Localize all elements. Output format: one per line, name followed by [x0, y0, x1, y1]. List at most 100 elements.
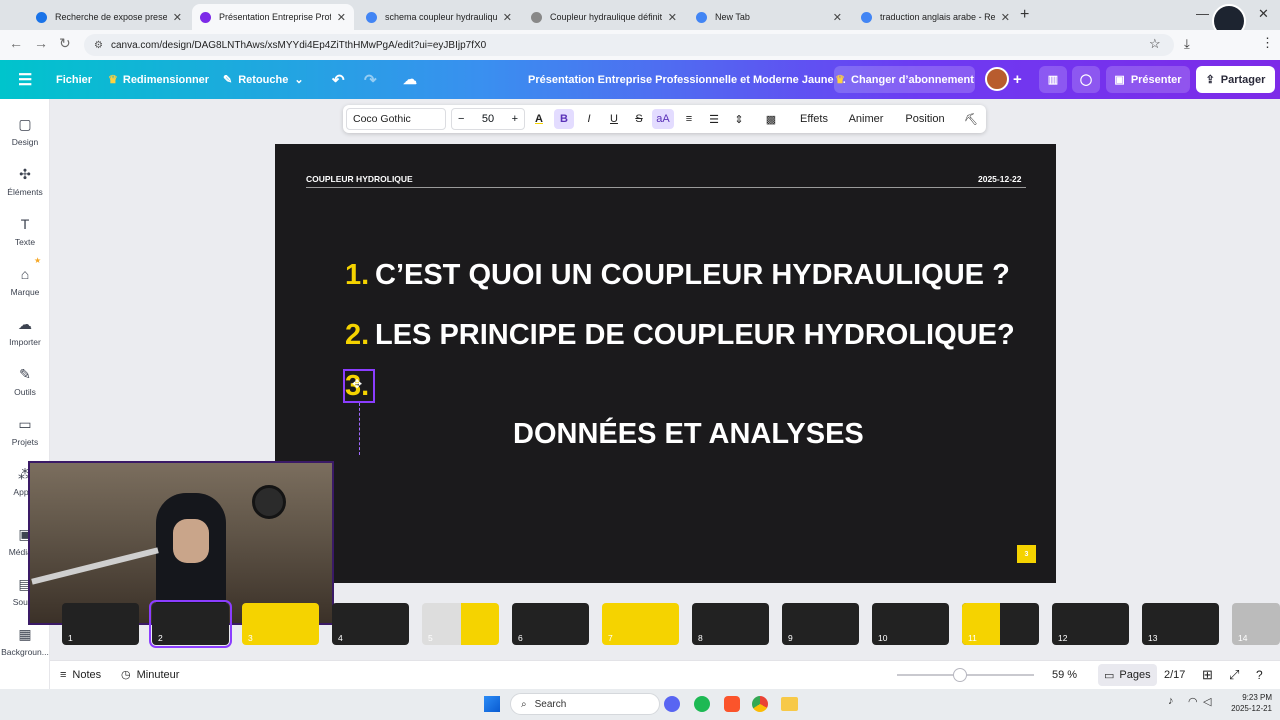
forward-icon[interactable]: → — [34, 35, 48, 51]
animate-button[interactable]: Animer — [843, 105, 889, 133]
list-icon[interactable]: ☰ — [704, 105, 724, 133]
comment-icon[interactable]: ◯ — [1072, 66, 1100, 93]
retouch-button[interactable]: ✎ Retouche ⌄ — [223, 60, 304, 99]
present-button[interactable]: ▣ Présenter — [1106, 66, 1190, 93]
microphone-icon[interactable]: ♪ — [1168, 695, 1174, 707]
notes-button[interactable]: ≡ Notes — [60, 660, 101, 689]
sidebar-item-projects[interactable]: ▭ Projets — [0, 416, 50, 447]
decrease-size-icon[interactable]: − — [458, 113, 464, 125]
insights-chart-icon[interactable]: ▥ — [1039, 66, 1067, 93]
close-window-button[interactable]: ✕ — [1258, 6, 1269, 22]
close-icon[interactable]: ✕ — [173, 11, 182, 24]
site-info-icon[interactable]: ⚙ — [94, 40, 103, 51]
font-size-value[interactable]: 50 — [482, 113, 494, 125]
document-title[interactable]: Présentation Entreprise Professionnelle … — [528, 60, 846, 99]
reload-icon[interactable]: ↻ — [59, 35, 71, 52]
cloud-saved-icon[interactable]: ☁ — [403, 60, 417, 99]
page-thumbnail[interactable]: 10 — [872, 603, 949, 645]
network-icon[interactable]: ◠ — [1188, 695, 1198, 708]
timer-button[interactable]: ◷ Minuteur — [121, 660, 179, 689]
page-thumbnail[interactable]: 13 — [1142, 603, 1219, 645]
browser-tab[interactable]: New Tab ✕ — [688, 4, 850, 30]
grid-view-icon[interactable]: ⊞ — [1202, 660, 1213, 689]
pages-button[interactable]: ▭ Pages — [1098, 664, 1157, 686]
slide-header-date[interactable]: 2025-12-22 — [978, 174, 1021, 184]
close-icon[interactable]: ✕ — [337, 11, 346, 24]
resize-button[interactable]: ♛ Redimensionner — [108, 60, 209, 99]
close-icon[interactable]: ✕ — [833, 11, 842, 24]
share-button[interactable]: ⇪ Partager — [1196, 66, 1275, 93]
page-thumbnail[interactable]: 6 — [512, 603, 589, 645]
page-thumbnail[interactable]: 8 — [692, 603, 769, 645]
align-left-icon[interactable]: ≡ — [679, 105, 699, 133]
bold-icon[interactable]: B — [554, 109, 574, 129]
agenda-item-text[interactable]: LES PRINCIPE DE COUPLEUR HYDROLIQUE? — [375, 319, 1015, 352]
page-thumbnail[interactable]: 12 — [1052, 603, 1129, 645]
file-explorer-icon[interactable] — [781, 697, 798, 711]
page-thumbnail[interactable]: 14 — [1232, 603, 1280, 645]
new-tab-button[interactable]: + — [1020, 6, 1029, 24]
page-thumbnail[interactable]: 5 — [422, 603, 499, 645]
page-thumbnail[interactable]: 9 — [782, 603, 859, 645]
font-family-select[interactable]: Coco Gothic — [346, 108, 446, 130]
fullscreen-icon[interactable]: ⤢ — [1229, 660, 1239, 689]
item-number[interactable]: 2. — [345, 319, 369, 352]
minimize-button[interactable]: — — [1196, 6, 1209, 21]
slide-header-left[interactable]: COUPLEUR HYDROLIQUE — [306, 174, 413, 184]
zoom-slider-knob[interactable] — [953, 668, 967, 682]
add-collaborator-icon[interactable]: + — [1013, 60, 1022, 99]
sidebar-item-tools[interactable]: ✎ Outils — [0, 366, 50, 397]
font-size-stepper[interactable]: − 50 + — [451, 108, 525, 130]
sidebar-item-background[interactable]: ▦ Backgroun... — [0, 626, 50, 657]
page-thumbnail[interactable]: 7 — [602, 603, 679, 645]
slide-canvas[interactable] — [275, 144, 1056, 583]
browser-tab[interactable]: traduction anglais arabe - Rech ✕ — [853, 4, 1018, 30]
close-icon[interactable]: ✕ — [668, 11, 677, 24]
main-menu-icon[interactable]: ☰ — [18, 60, 32, 99]
sidebar-item-text[interactable]: T Texte — [0, 216, 50, 247]
discord-icon[interactable] — [664, 696, 680, 712]
underline-icon[interactable]: U — [604, 105, 624, 133]
windows-start-icon[interactable] — [484, 696, 500, 712]
case-toggle-icon[interactable]: aA — [652, 109, 674, 129]
redo-icon[interactable]: ↷ — [364, 60, 377, 99]
format-painter-icon[interactable]: ⛏ — [961, 105, 981, 133]
slide-subtitle[interactable]: DONNÉES ET ANALYSES — [513, 418, 864, 451]
taskbar-search[interactable]: ⌕ Search — [510, 693, 660, 715]
strikethrough-icon[interactable]: S — [629, 105, 649, 133]
download-icon[interactable]: ⤓ — [1184, 36, 1190, 52]
page-thumbnail-selected[interactable]: 2 — [149, 600, 232, 648]
increase-size-icon[interactable]: + — [512, 113, 518, 125]
back-icon[interactable]: ← — [9, 35, 23, 51]
position-button[interactable]: Position — [898, 105, 952, 133]
browser-tab[interactable]: Recherche de expose presentati ✕ — [28, 4, 190, 30]
sidebar-item-design[interactable]: ▢ Design — [0, 116, 50, 147]
transparency-icon[interactable]: ▩ — [761, 105, 781, 133]
user-avatar[interactable] — [985, 67, 1009, 91]
agenda-item-text[interactable]: C’EST QUOI UN COUPLEUR HYDRAULIQUE ? — [375, 259, 1010, 292]
spacing-icon[interactable]: ⇕ — [729, 105, 749, 133]
page-thumbnail[interactable]: 1 — [62, 603, 139, 645]
zoom-level[interactable]: 59 % — [1052, 660, 1077, 689]
page-thumbnail[interactable]: 4 — [332, 603, 409, 645]
undo-icon[interactable]: ↶ — [332, 60, 345, 99]
close-icon[interactable]: ✕ — [1001, 11, 1010, 24]
address-bar[interactable]: ⚙ canva.com/design/DAG8LNThAws/xsMYYdi4E… — [84, 34, 1174, 56]
sidebar-item-elements[interactable]: ✣ Éléments — [0, 166, 50, 197]
italic-icon[interactable]: I — [579, 105, 599, 133]
effects-button[interactable]: Effets — [793, 105, 835, 133]
chrome-icon[interactable] — [752, 696, 768, 712]
brave-icon[interactable] — [724, 696, 740, 712]
browser-menu-icon[interactable]: ⋮ — [1261, 35, 1274, 51]
file-menu[interactable]: Fichier — [56, 60, 92, 99]
item-number[interactable]: 1. — [345, 259, 369, 292]
page-thumbnail[interactable]: 3 — [242, 603, 319, 645]
system-clock[interactable]: 9:23 PM 2025-12-21 — [1218, 692, 1272, 714]
page-thumbnail[interactable]: 11 — [962, 603, 1039, 645]
browser-tab[interactable]: schema coupleur hydraulique - ✕ — [358, 4, 520, 30]
spotify-icon[interactable] — [694, 696, 710, 712]
bookmark-star-icon[interactable]: ☆ — [1149, 36, 1161, 52]
browser-tab-active[interactable]: Présentation Entreprise Profess ✕ — [192, 4, 354, 30]
sidebar-item-upload[interactable]: ☁ Importer — [0, 316, 50, 347]
text-color-icon[interactable]: A — [529, 105, 549, 133]
